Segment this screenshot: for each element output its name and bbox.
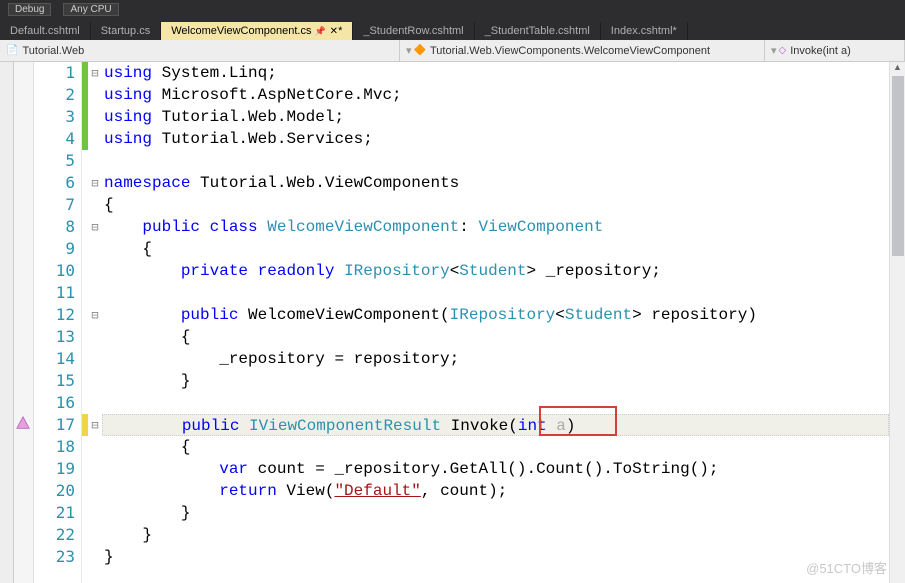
tab-studentrow[interactable]: _StudentRow.cshtml	[353, 22, 474, 40]
warning-icon	[16, 416, 30, 430]
navigation-bar: 📄 Tutorial.Web ▾🔶Tutorial.Web.ViewCompone…	[0, 40, 905, 62]
line-number: 16	[34, 392, 75, 414]
tab-label: WelcomeViewComponent.cs	[171, 25, 311, 37]
close-icon[interactable]: ✕	[330, 26, 338, 37]
code-area[interactable]: using System.Linq; using Microsoft.AspNe…	[102, 62, 889, 583]
code-line[interactable]	[102, 150, 889, 172]
line-number: 2	[34, 84, 75, 106]
tab-strip: Default.cshtml Startup.cs WelcomeViewCom…	[0, 18, 905, 40]
editor: 1 2 3 4 5 6 7 8 9 10 11 12 13 14 15 16 1…	[0, 62, 905, 583]
line-number: 7	[34, 194, 75, 216]
line-number: 14	[34, 348, 75, 370]
scrollbar-thumb[interactable]	[892, 76, 904, 256]
line-number: 11	[34, 282, 75, 304]
line-number: 23	[34, 546, 75, 568]
code-line[interactable]: }	[102, 502, 889, 524]
platform-dropdown[interactable]: Any CPU	[63, 3, 118, 16]
line-number: 18	[34, 436, 75, 458]
code-line-current[interactable]: public IViewComponentResult Invoke(int a…	[102, 414, 889, 436]
code-line[interactable]	[102, 392, 889, 414]
scroll-up-icon[interactable]: ▲	[890, 62, 905, 76]
method-icon: ◇	[779, 45, 787, 56]
code-line[interactable]	[102, 282, 889, 304]
outline-toggle[interactable]: ⊟	[88, 62, 102, 84]
class-name: Tutorial.Web.ViewComponents.WelcomeViewC…	[430, 45, 710, 57]
code-line[interactable]: private readonly IRepository<Student> _r…	[102, 260, 889, 282]
line-number: 22	[34, 524, 75, 546]
line-number: 9	[34, 238, 75, 260]
line-number: 6	[34, 172, 75, 194]
outline-toggle[interactable]: ⊟	[88, 216, 102, 238]
code-line[interactable]: {	[102, 194, 889, 216]
line-number: 8	[34, 216, 75, 238]
code-line[interactable]: {	[102, 326, 889, 348]
tab-startup-cs[interactable]: Startup.cs	[91, 22, 162, 40]
line-number: 17	[34, 414, 75, 436]
class-selector[interactable]: ▾🔶Tutorial.Web.ViewComponents.WelcomeVie…	[400, 40, 765, 61]
line-number: 1	[34, 62, 75, 84]
line-number: 3	[34, 106, 75, 128]
side-panel-collapsed[interactable]	[0, 62, 14, 583]
project-selector[interactable]: 📄 Tutorial.Web	[0, 40, 400, 61]
tab-label: Default.cshtml	[10, 25, 80, 37]
class-icon: 🔶	[414, 45, 426, 56]
line-number: 21	[34, 502, 75, 524]
code-line[interactable]: _repository = repository;	[102, 348, 889, 370]
outline-toggle[interactable]: ⊟	[88, 172, 102, 194]
code-line[interactable]: }	[102, 546, 889, 568]
tab-welcomeviewcomponent[interactable]: WelcomeViewComponent.cs📌 ✕	[161, 22, 353, 40]
pin-icon[interactable]: 📌	[314, 26, 325, 36]
tab-default-cshtml[interactable]: Default.cshtml	[0, 22, 91, 40]
tab-label: Startup.cs	[101, 25, 151, 37]
code-line[interactable]: return View("Default", count);	[102, 480, 889, 502]
code-line[interactable]: }	[102, 524, 889, 546]
watermark: @51CTO博客	[806, 558, 887, 577]
code-line[interactable]: var count = _repository.GetAll().Count()…	[102, 458, 889, 480]
tab-label: Index.cshtml	[611, 25, 673, 37]
tab-studenttable[interactable]: _StudentTable.cshtml	[475, 22, 601, 40]
project-name: Tutorial.Web	[22, 45, 84, 57]
code-line[interactable]: using Microsoft.AspNetCore.Mvc;	[102, 84, 889, 106]
tab-index-cshtml[interactable]: Index.cshtml	[601, 22, 688, 40]
code-line[interactable]: using Tutorial.Web.Model;	[102, 106, 889, 128]
line-number: 13	[34, 326, 75, 348]
line-number: 15	[34, 370, 75, 392]
line-number: 19	[34, 458, 75, 480]
vertical-scrollbar[interactable]: ▲	[889, 62, 905, 583]
code-line[interactable]: {	[102, 436, 889, 458]
breakpoint-gutter[interactable]	[14, 62, 34, 583]
code-line[interactable]: namespace Tutorial.Web.ViewComponents	[102, 172, 889, 194]
code-line[interactable]: using System.Linq;	[102, 62, 889, 84]
member-selector[interactable]: ▾◇Invoke(int a)	[765, 40, 905, 61]
csharp-icon: 📄	[6, 45, 18, 56]
line-number: 10	[34, 260, 75, 282]
config-dropdown[interactable]: Debug	[8, 3, 51, 16]
tab-label: _StudentRow.cshtml	[363, 25, 463, 37]
outline-gutter: ⊟ ⊟ ⊟ ⊟ ⊟	[88, 62, 102, 583]
code-line[interactable]: {	[102, 238, 889, 260]
code-line[interactable]: using Tutorial.Web.Services;	[102, 128, 889, 150]
line-number: 4	[34, 128, 75, 150]
code-line[interactable]: public class WelcomeViewComponent: ViewC…	[102, 216, 889, 238]
outline-toggle[interactable]: ⊟	[88, 414, 102, 436]
tab-label: _StudentTable.cshtml	[485, 25, 590, 37]
line-number-gutter: 1 2 3 4 5 6 7 8 9 10 11 12 13 14 15 16 1…	[34, 62, 82, 583]
line-number: 5	[34, 150, 75, 172]
member-name: Invoke(int a)	[790, 45, 851, 57]
code-line[interactable]: }	[102, 370, 889, 392]
line-number: 20	[34, 480, 75, 502]
code-line[interactable]: public WelcomeViewComponent(IRepository<…	[102, 304, 889, 326]
line-number: 12	[34, 304, 75, 326]
toolbar: Debug Any CPU	[0, 0, 905, 18]
outline-toggle[interactable]: ⊟	[88, 304, 102, 326]
